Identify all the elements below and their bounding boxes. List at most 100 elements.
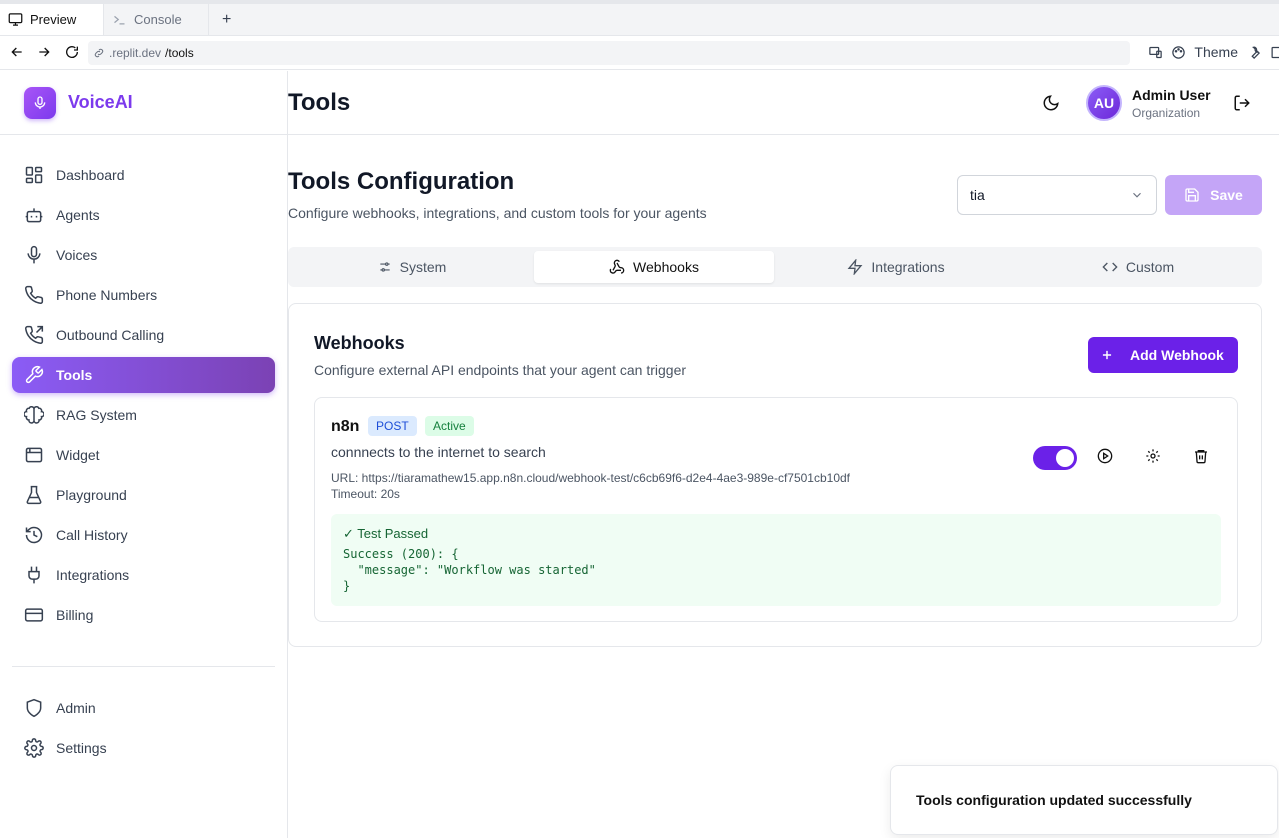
tab-system[interactable]: System <box>292 251 532 283</box>
new-tab-button[interactable]: + <box>214 4 238 35</box>
mic-icon <box>24 245 44 265</box>
webhooks-card: Webhooks Configure external API endpoint… <box>288 303 1262 647</box>
shield-icon <box>24 698 44 718</box>
brain-icon <box>24 405 44 425</box>
tools-tabs: System Webhooks Integrations Custom <box>288 247 1262 287</box>
agent-select[interactable]: tia <box>957 175 1157 215</box>
sidebar-item-label: Billing <box>56 607 94 623</box>
tab-label: Integrations <box>871 259 945 275</box>
sidebar-item-playground[interactable]: Playground <box>12 477 275 513</box>
webhooks-title: Webhooks <box>314 333 405 353</box>
sidebar-item-label: Call History <box>56 527 128 543</box>
sidebar-item-label: Playground <box>56 487 127 503</box>
tab-label: Webhooks <box>633 259 699 275</box>
browser-tab-label: Console <box>134 12 182 27</box>
avatar[interactable]: AU <box>1086 85 1122 121</box>
sidebar-item-label: Voices <box>56 247 98 263</box>
sidebar-item-settings[interactable]: Settings <box>12 730 275 766</box>
browser-tabbar: Preview Console + <box>0 0 1279 36</box>
wrench-icon[interactable] <box>1246 45 1261 60</box>
sidebar-item-label: Phone Numbers <box>56 287 158 303</box>
flask-icon <box>24 485 44 505</box>
sliders-icon <box>378 260 392 274</box>
sidebar-item-outbound-calling[interactable]: Outbound Calling <box>12 317 275 353</box>
zap-icon <box>847 259 863 275</box>
agent-select-value: tia <box>970 187 985 203</box>
page-title: Tools <box>288 89 351 116</box>
tab-custom[interactable]: Custom <box>1018 251 1258 283</box>
top-header: Tools AU Admin User Organization <box>288 71 1279 135</box>
link-icon <box>93 47 105 59</box>
sidebar-item-widget[interactable]: Widget <box>12 437 275 473</box>
nav-divider <box>12 666 275 667</box>
sidebar-bottom-nav: Admin Settings <box>12 690 275 770</box>
sidebar-item-admin[interactable]: Admin <box>12 690 275 726</box>
play-icon[interactable] <box>1097 448 1113 464</box>
bot-icon <box>24 205 44 225</box>
monitor-icon <box>8 12 23 27</box>
user-name: Admin User <box>1132 87 1211 103</box>
webhook-name: n8n <box>331 418 360 435</box>
webhook-enabled-toggle[interactable] <box>1033 446 1077 470</box>
sidebar: VoiceAI Dashboard Agents Voices Phone Nu… <box>0 71 288 838</box>
widget-icon <box>24 445 44 465</box>
back-icon[interactable] <box>9 44 25 60</box>
sidebar-item-phone-numbers[interactable]: Phone Numbers <box>12 277 275 313</box>
address-bar: .replit.dev/tools Theme <box>0 36 1279 70</box>
sidebar-item-label: RAG System <box>56 407 137 423</box>
sidebar-item-label: Settings <box>56 740 107 756</box>
section-subtitle: Configure webhooks, integrations, and cu… <box>288 205 707 221</box>
theme-button[interactable]: Theme <box>1194 44 1238 60</box>
trash-icon[interactable] <box>1193 448 1209 464</box>
code-icon <box>1102 259 1118 275</box>
brand-name: VoiceAI <box>68 92 133 112</box>
save-button[interactable]: Save <box>1165 175 1262 215</box>
palette-icon[interactable] <box>1171 45 1186 60</box>
logout-icon[interactable] <box>1233 94 1251 112</box>
webhook-item: n8n POST Active connnects to the interne… <box>314 397 1238 622</box>
sidebar-item-label: Admin <box>56 700 96 716</box>
method-badge: POST <box>368 416 417 436</box>
tab-webhooks[interactable]: Webhooks <box>534 251 774 283</box>
webhook-icon <box>609 259 625 275</box>
webhook-timeout: Timeout: 20s <box>331 487 400 501</box>
browser-tab-console[interactable]: Console <box>103 4 209 35</box>
sidebar-item-label: Integrations <box>56 567 130 583</box>
url-field[interactable]: .replit.dev/tools <box>88 41 1130 65</box>
tab-integrations[interactable]: Integrations <box>776 251 1016 283</box>
chevron-down-icon <box>1130 188 1144 202</box>
browser-tab-preview[interactable]: Preview <box>0 4 103 35</box>
extra-icon[interactable] <box>1269 45 1279 60</box>
terminal-icon <box>112 12 127 27</box>
save-icon <box>1184 187 1200 203</box>
sidebar-item-rag-system[interactable]: RAG System <box>12 397 275 433</box>
mic-logo-icon <box>24 86 56 119</box>
sidebar-item-label: Dashboard <box>56 167 125 183</box>
sidebar-item-integrations[interactable]: Integrations <box>12 557 275 593</box>
sidebar-item-label: Outbound Calling <box>56 327 165 343</box>
sidebar-nav: Dashboard Agents Voices Phone Numbers Ou… <box>12 157 275 637</box>
test-result-title: ✓ Test Passed <box>343 526 429 541</box>
brand[interactable]: VoiceAI <box>0 71 287 135</box>
webhook-url: URL: https://tiaramathew15.app.n8n.cloud… <box>331 471 851 485</box>
forward-icon[interactable] <box>36 44 52 60</box>
plug-icon <box>24 565 44 585</box>
browser-tab-label: Preview <box>30 12 77 27</box>
sidebar-item-tools[interactable]: Tools <box>12 357 275 393</box>
devices-icon[interactable] <box>1148 45 1163 60</box>
tab-label: Custom <box>1125 259 1175 275</box>
sidebar-item-label: Agents <box>56 207 100 223</box>
section-title: Tools Configuration <box>288 168 515 195</box>
moon-icon[interactable] <box>1042 94 1060 112</box>
add-webhook-button[interactable]: Add Webhook <box>1088 337 1238 373</box>
sidebar-item-agents[interactable]: Agents <box>12 197 275 233</box>
sidebar-item-dashboard[interactable]: Dashboard <box>12 157 275 193</box>
reload-icon[interactable] <box>64 44 80 60</box>
gear-icon[interactable] <box>1145 448 1161 464</box>
sidebar-item-billing[interactable]: Billing <box>12 597 275 633</box>
webhooks-subtitle: Configure external API endpoints that yo… <box>314 362 687 378</box>
test-result-output: Success (200): { "message": "Workflow wa… <box>343 547 596 593</box>
sidebar-item-voices[interactable]: Voices <box>12 237 275 273</box>
sidebar-item-call-history[interactable]: Call History <box>12 517 275 553</box>
status-badge: Active <box>425 416 474 436</box>
